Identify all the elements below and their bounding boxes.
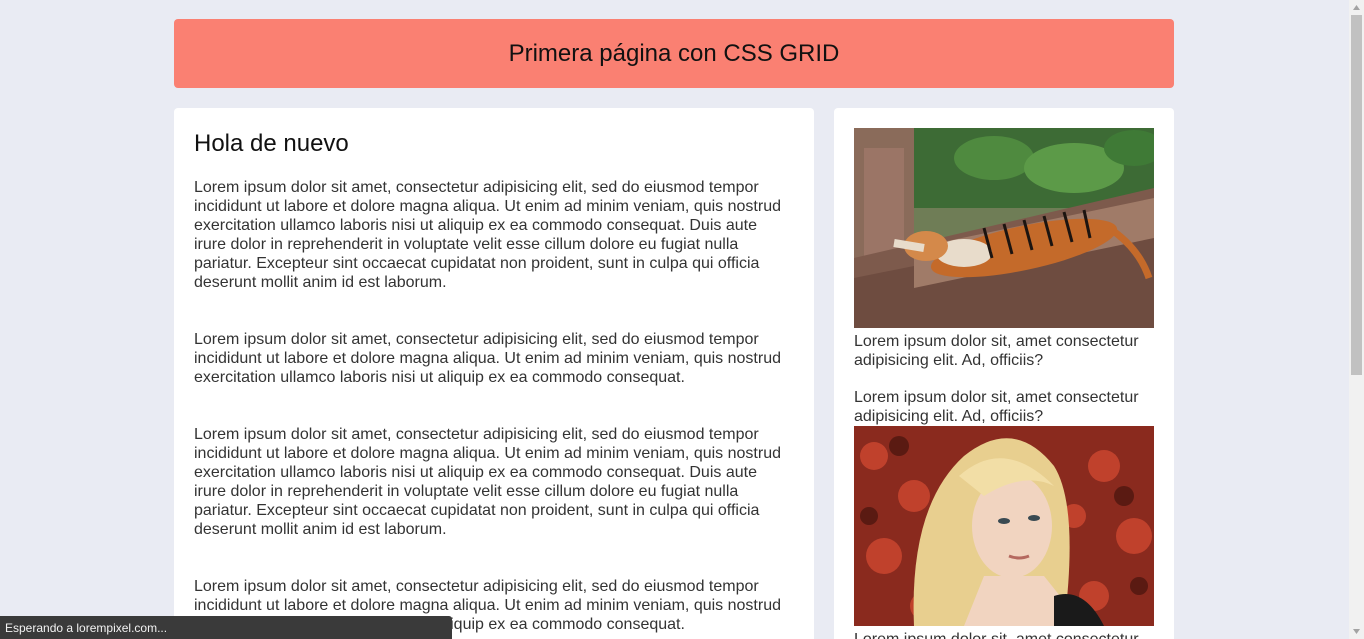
main-heading: Hola de nuevo xyxy=(194,130,349,157)
caption: Lorem ipsum dolor sit, amet consectetur xyxy=(854,630,1154,639)
tiger-image xyxy=(854,128,1154,328)
paragraph: Lorem ipsum dolor sit amet, consectetur … xyxy=(194,331,781,386)
page-title: Primera página con CSS GRID xyxy=(508,39,840,67)
caption: Lorem ipsum dolor sit, amet consectetur … xyxy=(854,389,1139,425)
caption: Lorem ipsum dolor sit, amet consectetur … xyxy=(854,333,1139,369)
page-header: Primera página con CSS GRID xyxy=(174,19,1174,88)
paragraph: Lorem ipsum dolor sit amet, consectetur … xyxy=(194,426,781,538)
portrait-image xyxy=(854,426,1154,626)
scrollbar-thumb[interactable] xyxy=(1351,15,1362,375)
paragraph: Lorem ipsum dolor sit amet, consectetur … xyxy=(194,179,781,291)
status-text: Esperando a lorempixel.com... xyxy=(5,620,168,635)
vertical-scrollbar[interactable] xyxy=(1349,0,1364,639)
sidebar: Lorem ipsum dolor sit, amet consectetur … xyxy=(834,108,1174,639)
status-bar: Esperando a lorempixel.com... xyxy=(0,616,452,639)
main-content: Hola de nuevo Lorem ipsum dolor sit amet… xyxy=(174,108,814,639)
scroll-down-arrow-icon[interactable] xyxy=(1349,624,1364,639)
scroll-up-arrow-icon[interactable] xyxy=(1349,0,1364,15)
browser-viewport: Primera página con CSS GRID Hola de nuev… xyxy=(0,0,1364,639)
